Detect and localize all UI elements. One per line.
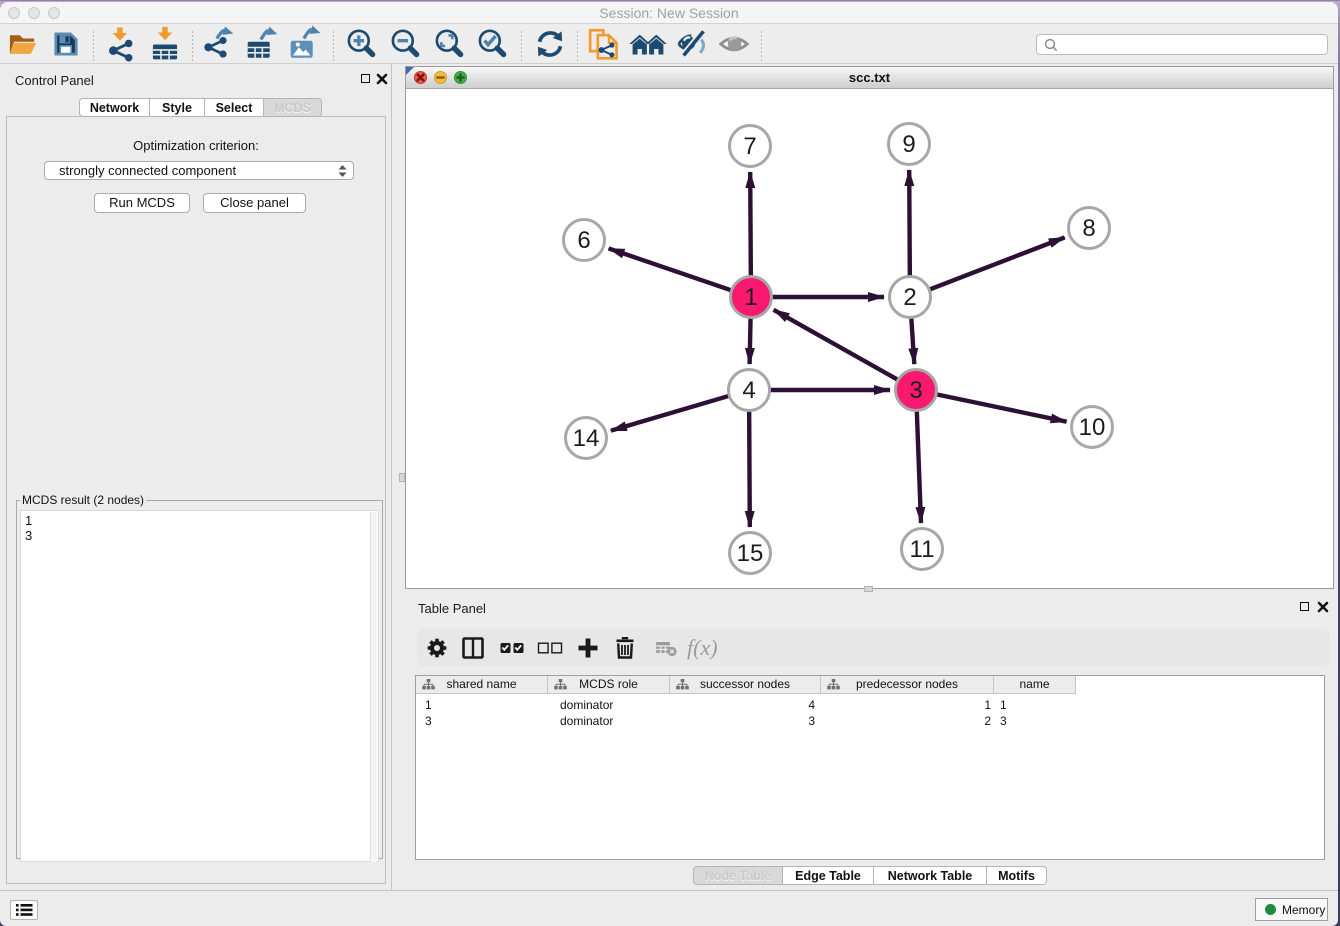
svg-text:3: 3 [909,377,922,404]
svg-text:7: 7 [743,133,756,160]
svg-text:1: 1 [744,284,757,311]
svg-text:11: 11 [910,536,935,563]
svg-text:9: 9 [902,131,915,158]
svg-text:15: 15 [737,540,764,567]
svg-text:f(x): f(x) [687,635,718,660]
svg-text:14: 14 [573,425,600,452]
svg-text:8: 8 [1082,215,1095,242]
svg-text:2: 2 [903,284,916,311]
svg-text:4: 4 [742,377,755,404]
svg-text:10: 10 [1079,414,1106,441]
svg-text:6: 6 [577,227,590,254]
